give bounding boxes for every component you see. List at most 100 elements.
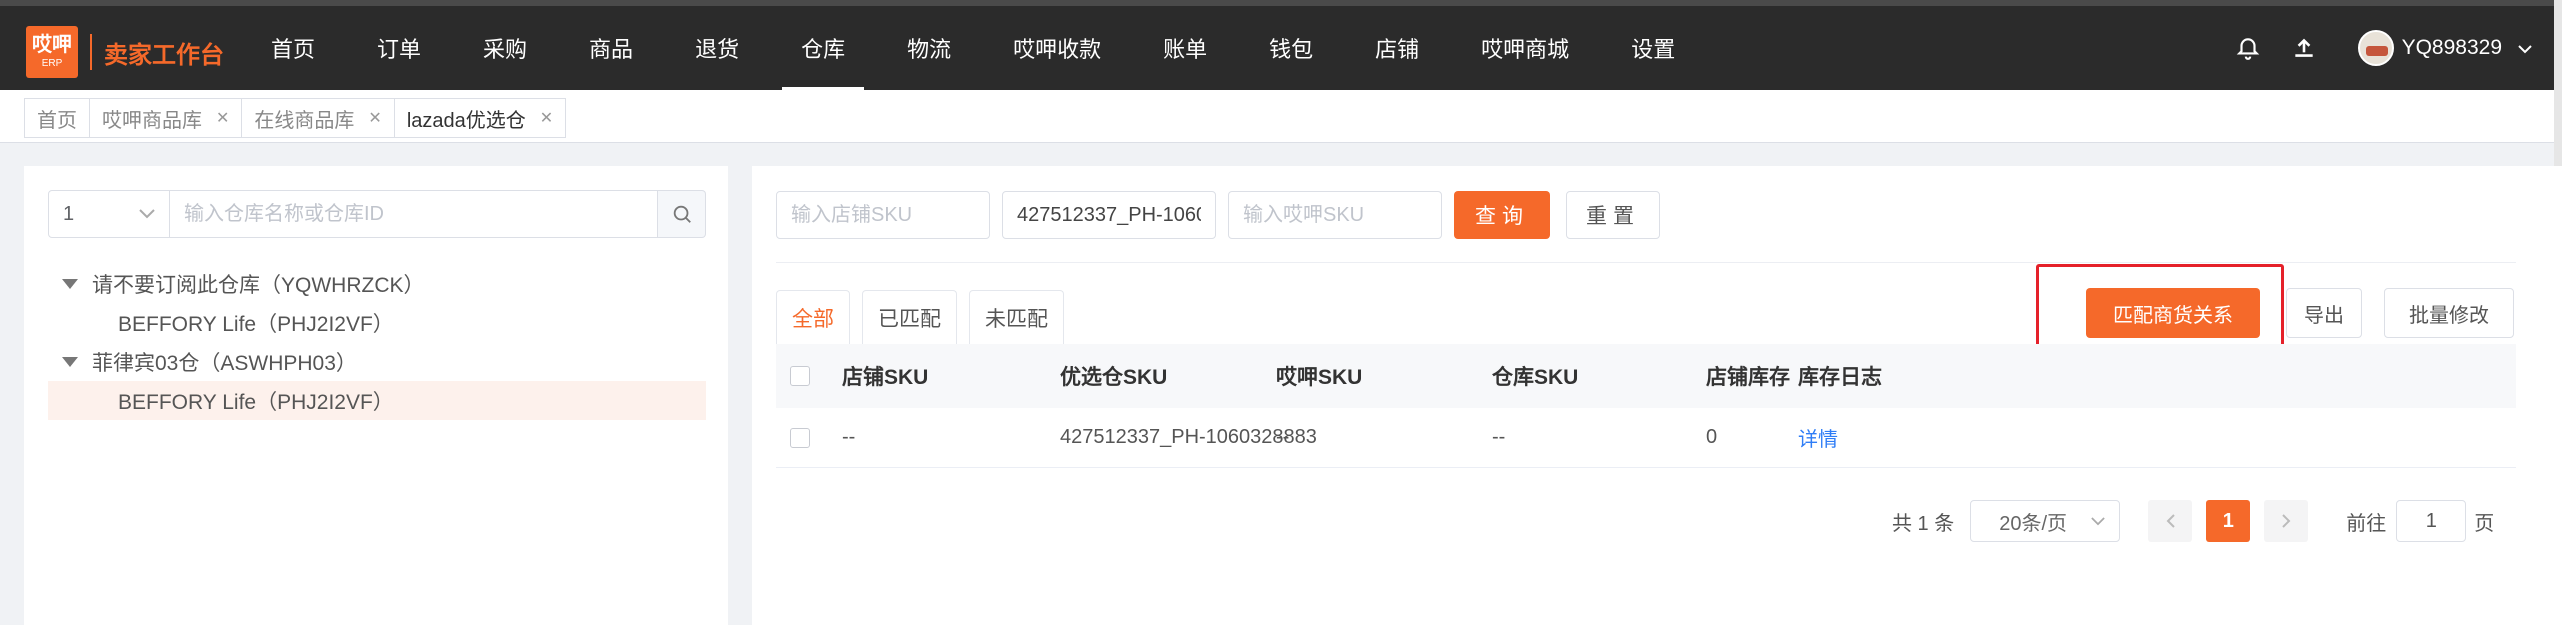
chevron-right-icon bbox=[2282, 514, 2291, 528]
tab-unmatched[interactable]: 未匹配 bbox=[969, 290, 1064, 344]
top-navbar: 哎呷 ERP 卖家工作台 首页 订单 采购 商品 退货 仓库 物流 哎呷收款 账… bbox=[0, 0, 2562, 90]
avatar[interactable] bbox=[2357, 30, 2394, 66]
search-icon bbox=[673, 205, 691, 223]
pager-total: 共 1 条 bbox=[1892, 512, 1955, 535]
col-header-store-stock: 店铺库存 bbox=[1706, 366, 1790, 389]
divider bbox=[776, 262, 2516, 263]
chevron-down-icon bbox=[2091, 516, 2105, 525]
prev-page-button[interactable] bbox=[2148, 500, 2193, 542]
page-tabs-bar: 首页 哎呷商品库 ✕ 在线商品库 ✕ lazada优选仓 ✕ bbox=[0, 90, 2562, 143]
tab-all[interactable]: 全部 bbox=[776, 290, 850, 344]
tree-node-label: 请不要订阅此仓库（YQWHRZCK） bbox=[92, 273, 425, 297]
page-size-select[interactable]: 20条/页 bbox=[1970, 500, 2121, 542]
page-size-value: 20条/页 bbox=[1999, 512, 2068, 535]
close-icon[interactable]: ✕ bbox=[216, 108, 229, 128]
match-status-tabs: 全部 已匹配 未匹配 bbox=[776, 290, 1076, 344]
nav-bills[interactable]: 账单 bbox=[1132, 6, 1238, 90]
nav-payments[interactable]: 哎呷收款 bbox=[982, 6, 1132, 90]
detail-link[interactable]: 详情 bbox=[1798, 423, 1838, 452]
cell-store-stock: 0 bbox=[1706, 426, 1718, 448]
nav-wallet[interactable]: 钱包 bbox=[1238, 6, 1344, 90]
col-header-stock-log: 库存日志 bbox=[1798, 366, 1882, 389]
search-type-value: 1 bbox=[63, 202, 75, 225]
upload-icon[interactable] bbox=[2284, 28, 2324, 68]
tree-node-label: BEFFORY Life（PHJ2I2VF） bbox=[118, 390, 394, 414]
nav-purchase[interactable]: 采购 bbox=[452, 6, 558, 90]
export-button[interactable]: 导出 bbox=[2286, 288, 2362, 338]
page-tab-label: 在线商品库 bbox=[254, 109, 355, 132]
nav-settings[interactable]: 设置 bbox=[1600, 6, 1706, 90]
logo-line1: 哎呷 bbox=[32, 34, 72, 56]
nav-orders[interactable]: 订单 bbox=[346, 6, 452, 90]
nav-stores[interactable]: 店铺 bbox=[1344, 6, 1450, 90]
warehouse-sku-input[interactable] bbox=[1002, 191, 1216, 239]
col-header-depot-sku: 仓库SKU bbox=[1492, 366, 1579, 389]
tree-node-parent[interactable]: 请不要订阅此仓库（YQWHRZCK） bbox=[48, 264, 706, 303]
store-sku-input[interactable] bbox=[776, 191, 990, 239]
col-header-warehouse-sku: 优选仓SKU bbox=[1060, 366, 1168, 389]
page-tab-yaya-library[interactable]: 哎呷商品库 ✕ bbox=[89, 98, 242, 138]
query-button[interactable]: 查询 bbox=[1454, 191, 1550, 239]
page-tab-home[interactable]: 首页 bbox=[24, 98, 89, 138]
table-row: -- 427512337_PH-1060328883 -- -- 0 详情 bbox=[776, 408, 2516, 468]
next-page-button[interactable] bbox=[2264, 500, 2309, 542]
search-type-select[interactable]: 1 bbox=[48, 190, 170, 238]
warehouse-tree-panel: 1 请不要订阅此仓库（YQWHRZCK） BEFFORY Life（PHJ2I2… bbox=[24, 166, 728, 625]
sku-table: 店铺SKU 优选仓SKU 哎呷SKU 仓库SKU 店铺库存 库存日志 -- 42… bbox=[776, 344, 2516, 468]
goto-page-input[interactable] bbox=[2396, 500, 2467, 542]
tab-matched[interactable]: 已匹配 bbox=[862, 290, 957, 344]
top-right-tools: YQ898329 bbox=[2228, 6, 2562, 90]
app-logo[interactable]: 哎呷 ERP 卖家工作台 bbox=[26, 26, 224, 78]
tree-node-parent[interactable]: 菲律宾03仓（ASWHPH03） bbox=[48, 342, 706, 381]
tree-node-child-selected[interactable]: BEFFORY Life（PHJ2I2VF） bbox=[48, 381, 706, 420]
col-header-store-sku: 店铺SKU bbox=[842, 366, 929, 389]
cell-yaya-sku: -- bbox=[1276, 426, 1290, 448]
reset-button[interactable]: 重置 bbox=[1566, 191, 1660, 239]
logo-separator bbox=[90, 34, 92, 70]
close-icon[interactable]: ✕ bbox=[540, 108, 553, 128]
yaya-sku-input[interactable] bbox=[1228, 191, 1442, 239]
notification-bell-icon[interactable] bbox=[2228, 28, 2268, 68]
tree-node-label: 菲律宾03仓（ASWHPH03） bbox=[92, 351, 357, 375]
page-tab-label: 哎呷商品库 bbox=[102, 109, 202, 132]
logo-badge: 哎呷 ERP bbox=[26, 26, 78, 78]
goto-prefix: 前往 bbox=[2346, 512, 2387, 535]
close-icon[interactable]: ✕ bbox=[368, 108, 381, 128]
cell-depot-sku: -- bbox=[1492, 426, 1506, 448]
nav-products[interactable]: 商品 bbox=[558, 6, 664, 90]
main-nav: 首页 订单 采购 商品 退货 仓库 物流 哎呷收款 账单 钱包 店铺 哎呷商城 … bbox=[240, 6, 1706, 90]
nav-logistics[interactable]: 物流 bbox=[876, 6, 982, 90]
nav-returns[interactable]: 退货 bbox=[664, 6, 770, 90]
search-button[interactable] bbox=[658, 190, 706, 238]
warehouse-search-input[interactable] bbox=[170, 190, 658, 238]
col-header-yaya-sku: 哎呷SKU bbox=[1276, 366, 1363, 389]
nav-mall[interactable]: 哎呷商城 bbox=[1450, 6, 1600, 90]
filter-bar: 查询 重置 bbox=[776, 191, 1660, 239]
tree-node-label: BEFFORY Life（PHJ2I2VF） bbox=[118, 312, 394, 336]
username[interactable]: YQ898329 bbox=[2402, 36, 2502, 60]
caret-down-icon[interactable] bbox=[62, 278, 78, 289]
select-all-checkbox[interactable] bbox=[790, 366, 810, 386]
page-tab-lazada-warehouse[interactable]: lazada优选仓 ✕ bbox=[393, 98, 567, 138]
page-number-current[interactable]: 1 bbox=[2206, 500, 2251, 542]
page-tab-label: 首页 bbox=[37, 109, 77, 132]
cell-store-sku: -- bbox=[842, 426, 856, 448]
caret-down-icon[interactable] bbox=[62, 356, 78, 367]
match-relation-button[interactable]: 匹配商货关系 bbox=[2086, 288, 2260, 338]
goto-suffix: 页 bbox=[2474, 512, 2495, 535]
page-tab-online-library[interactable]: 在线商品库 ✕ bbox=[241, 98, 394, 138]
nav-home[interactable]: 首页 bbox=[240, 6, 346, 90]
chevron-down-icon[interactable] bbox=[2518, 36, 2532, 60]
page-tab-label: lazada优选仓 bbox=[406, 109, 526, 132]
row-checkbox[interactable] bbox=[790, 427, 810, 448]
sku-mapping-panel: 查询 重置 全部 已匹配 未匹配 匹配商货关系 导出 批量修改 店铺SKU 优选… bbox=[752, 166, 2562, 625]
tree-node-child[interactable]: BEFFORY Life（PHJ2I2VF） bbox=[48, 303, 706, 342]
batch-edit-button[interactable]: 批量修改 bbox=[2384, 288, 2514, 338]
table-header: 店铺SKU 优选仓SKU 哎呷SKU 仓库SKU 店铺库存 库存日志 bbox=[776, 344, 2516, 408]
logo-line2: ERP bbox=[41, 58, 63, 69]
nav-warehouse[interactable]: 仓库 bbox=[770, 6, 876, 90]
chevron-down-icon bbox=[139, 209, 155, 219]
chevron-left-icon bbox=[2166, 514, 2175, 528]
logo-title: 卖家工作台 bbox=[104, 41, 224, 69]
warehouse-search: 1 bbox=[48, 190, 706, 238]
